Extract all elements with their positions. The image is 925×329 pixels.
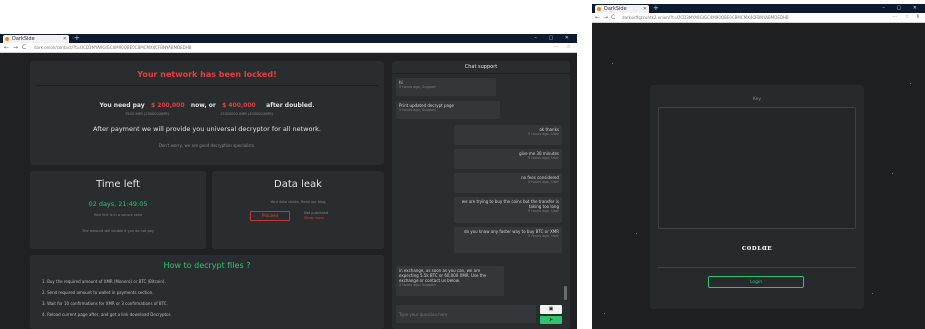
you-need-pay: You need pay: [99, 102, 145, 109]
login-card: Key ᴄᴏᴅʟɑᴇ Login: [650, 85, 864, 309]
forward-button[interactable]: →: [603, 13, 608, 22]
now-or: now, or: [190, 102, 216, 109]
nav-bar: ← → C darksidfqzcuhtk2.onion/?t=OCD3MYA9…: [592, 13, 925, 23]
chat-message: give me 30 minutes 5 hours ago, User: [454, 149, 562, 169]
close-tab-icon[interactable]: ✕: [63, 35, 67, 43]
divider: [36, 85, 378, 86]
reload-button[interactable]: C: [611, 13, 615, 22]
login-page: Key ᴄᴏᴅʟɑᴇ Login: [592, 23, 925, 329]
forward-button[interactable]: →: [13, 43, 18, 52]
login-button[interactable]: Login: [708, 276, 804, 288]
after-doubled: after doubled.: [266, 102, 315, 109]
proceed-button[interactable]: Proceed: [250, 211, 290, 221]
step-4: 4. Reload current page after, and get a …: [42, 312, 172, 317]
locked-title: Your network has been locked!: [137, 70, 277, 79]
chat-scrollbar[interactable]: [564, 286, 567, 300]
reload-button[interactable]: C: [22, 43, 26, 52]
time-left-panel: Time left 02 days, 21:49:05 Your link is…: [30, 171, 206, 249]
chat-input[interactable]: [396, 305, 536, 323]
window-controls[interactable]: – ▢ ✕: [882, 4, 922, 13]
new-tab-button[interactable]: +: [74, 34, 80, 43]
show-more-link[interactable]: Show more: [304, 216, 324, 220]
close-tab-icon[interactable]: ✕: [643, 5, 647, 13]
chat-panel: Chat support hi 5 hours ago, Support Pri…: [392, 61, 570, 329]
star-dot: [892, 173, 893, 174]
window-controls[interactable]: – ▢ ✕: [534, 34, 574, 43]
address-bar[interactable]: darksidfqzcuhtk2.onion/?t=OCD3MYA9GIGC4M…: [622, 14, 870, 21]
star-dot: [636, 233, 637, 234]
step-2: 2. Send required amount to wallet in pay…: [42, 290, 154, 295]
step-3: 3. Wait for 10 confirmations for XMR or …: [42, 301, 168, 306]
tab-bar: DarkSide ✕ + – ▢ ✕: [592, 4, 925, 13]
attach-icon: ▣: [548, 306, 554, 312]
send-button[interactable]: ➤: [540, 316, 562, 324]
chat-message: hi 5 hours ago, Support: [396, 78, 496, 96]
attach-button[interactable]: ▣: [540, 305, 562, 314]
star-dot: [604, 313, 605, 314]
chat-message: do you know any faster way to buy BTC or…: [454, 227, 562, 253]
decryptor-promise: After payment we will provide you univer…: [93, 125, 321, 133]
captcha-text: ᴄᴏᴅʟɑᴇ: [741, 243, 773, 252]
time-note-2: The amount will double if you do not pay: [82, 229, 154, 233]
new-tab-button[interactable]: +: [653, 4, 659, 13]
address-bar[interactable]: dark.onion/contact/?t=OCD3MYA9GIGC4M90QB…: [34, 44, 514, 51]
favicon-icon: [5, 37, 9, 41]
back-button[interactable]: ←: [595, 13, 600, 22]
chat-message: we are trying to buy the coins but the t…: [454, 197, 562, 223]
chat-message: no fees considered 5 hours ago, User: [454, 173, 562, 193]
data-leak-panel: Data leak Your data stolen. Read our blo…: [212, 171, 384, 249]
captcha-image: ᴄᴏᴅʟɑᴇ: [730, 235, 784, 252]
how-to-title: How to decrypt files ?: [163, 261, 251, 270]
star-dot: [612, 63, 613, 64]
step-1: 1. Buy the required amount of XMR (Moner…: [42, 279, 166, 284]
tab-title: DarkSide: [12, 36, 35, 42]
chat-header-divider: [392, 73, 570, 74]
ransom-note-panel: Your network has been locked! You need p…: [30, 61, 384, 165]
countdown: 02 days, 21:49:05: [88, 200, 148, 208]
payment-line: You need pay $ 200,000 now, or $ 400,000…: [30, 102, 384, 109]
star-dot: [872, 293, 873, 294]
browser-tab[interactable]: DarkSide ✕: [3, 35, 69, 43]
star-dot: [910, 83, 911, 84]
data-leak-desc: Your data stolen. Read our blog: [270, 200, 326, 204]
toolbar-icons[interactable]: ⋯ ☆ ⫴: [892, 13, 922, 22]
chat-title: Chat support: [464, 64, 498, 70]
page-content: Your network has been locked! You need p…: [0, 53, 577, 329]
time-note-1: Your link is in a secure zone: [93, 213, 143, 217]
amount-now: $ 200,000: [150, 102, 185, 109]
key-textarea[interactable]: [658, 107, 856, 229]
tab-title: DarkSide: [604, 6, 627, 12]
key-label: Key: [752, 97, 762, 102]
left-browser-window: DarkSide ✕ + – ▢ ✕ ← → C dark.onion/cont…: [0, 34, 577, 329]
not-published: Not published: [304, 211, 329, 215]
sub-now: 7500 XMR (200000/XMR): [125, 112, 170, 116]
data-leak-title: Data leak: [274, 179, 322, 190]
time-left-title: Time left: [96, 179, 140, 190]
specialists-note: Don't worry, we are good decryption spec…: [158, 143, 256, 148]
right-browser-window: DarkSide ✕ + – ▢ ✕ ← → C darksidfqzcuhtk…: [592, 4, 925, 329]
back-button[interactable]: ←: [4, 43, 9, 52]
amount-later: $ 400,000: [222, 102, 256, 109]
nav-bar: ← → C dark.onion/contact/?t=OCD3MYA9GIGC…: [0, 43, 577, 53]
send-icon: ➤: [548, 317, 554, 323]
chat-message: in exchange, as soon as you can, we are …: [396, 266, 504, 296]
browser-tab[interactable]: DarkSide ✕: [595, 5, 649, 13]
how-to-panel: How to decrypt files ? 1. Buy the requir…: [30, 255, 384, 329]
sub-later: 15000000 XMR (400000/XMR): [220, 112, 274, 116]
tab-bar: DarkSide ✕ + – ▢ ✕: [0, 34, 577, 43]
favicon-icon: [597, 7, 601, 11]
chat-message: ok thanks 5 hours ago, User: [454, 125, 562, 145]
toolbar-icons[interactable]: ⋯ ☆: [554, 43, 574, 52]
captcha-input[interactable]: [658, 257, 856, 268]
chat-message: Print updated decrypt page 5 hours ago, …: [396, 101, 500, 119]
